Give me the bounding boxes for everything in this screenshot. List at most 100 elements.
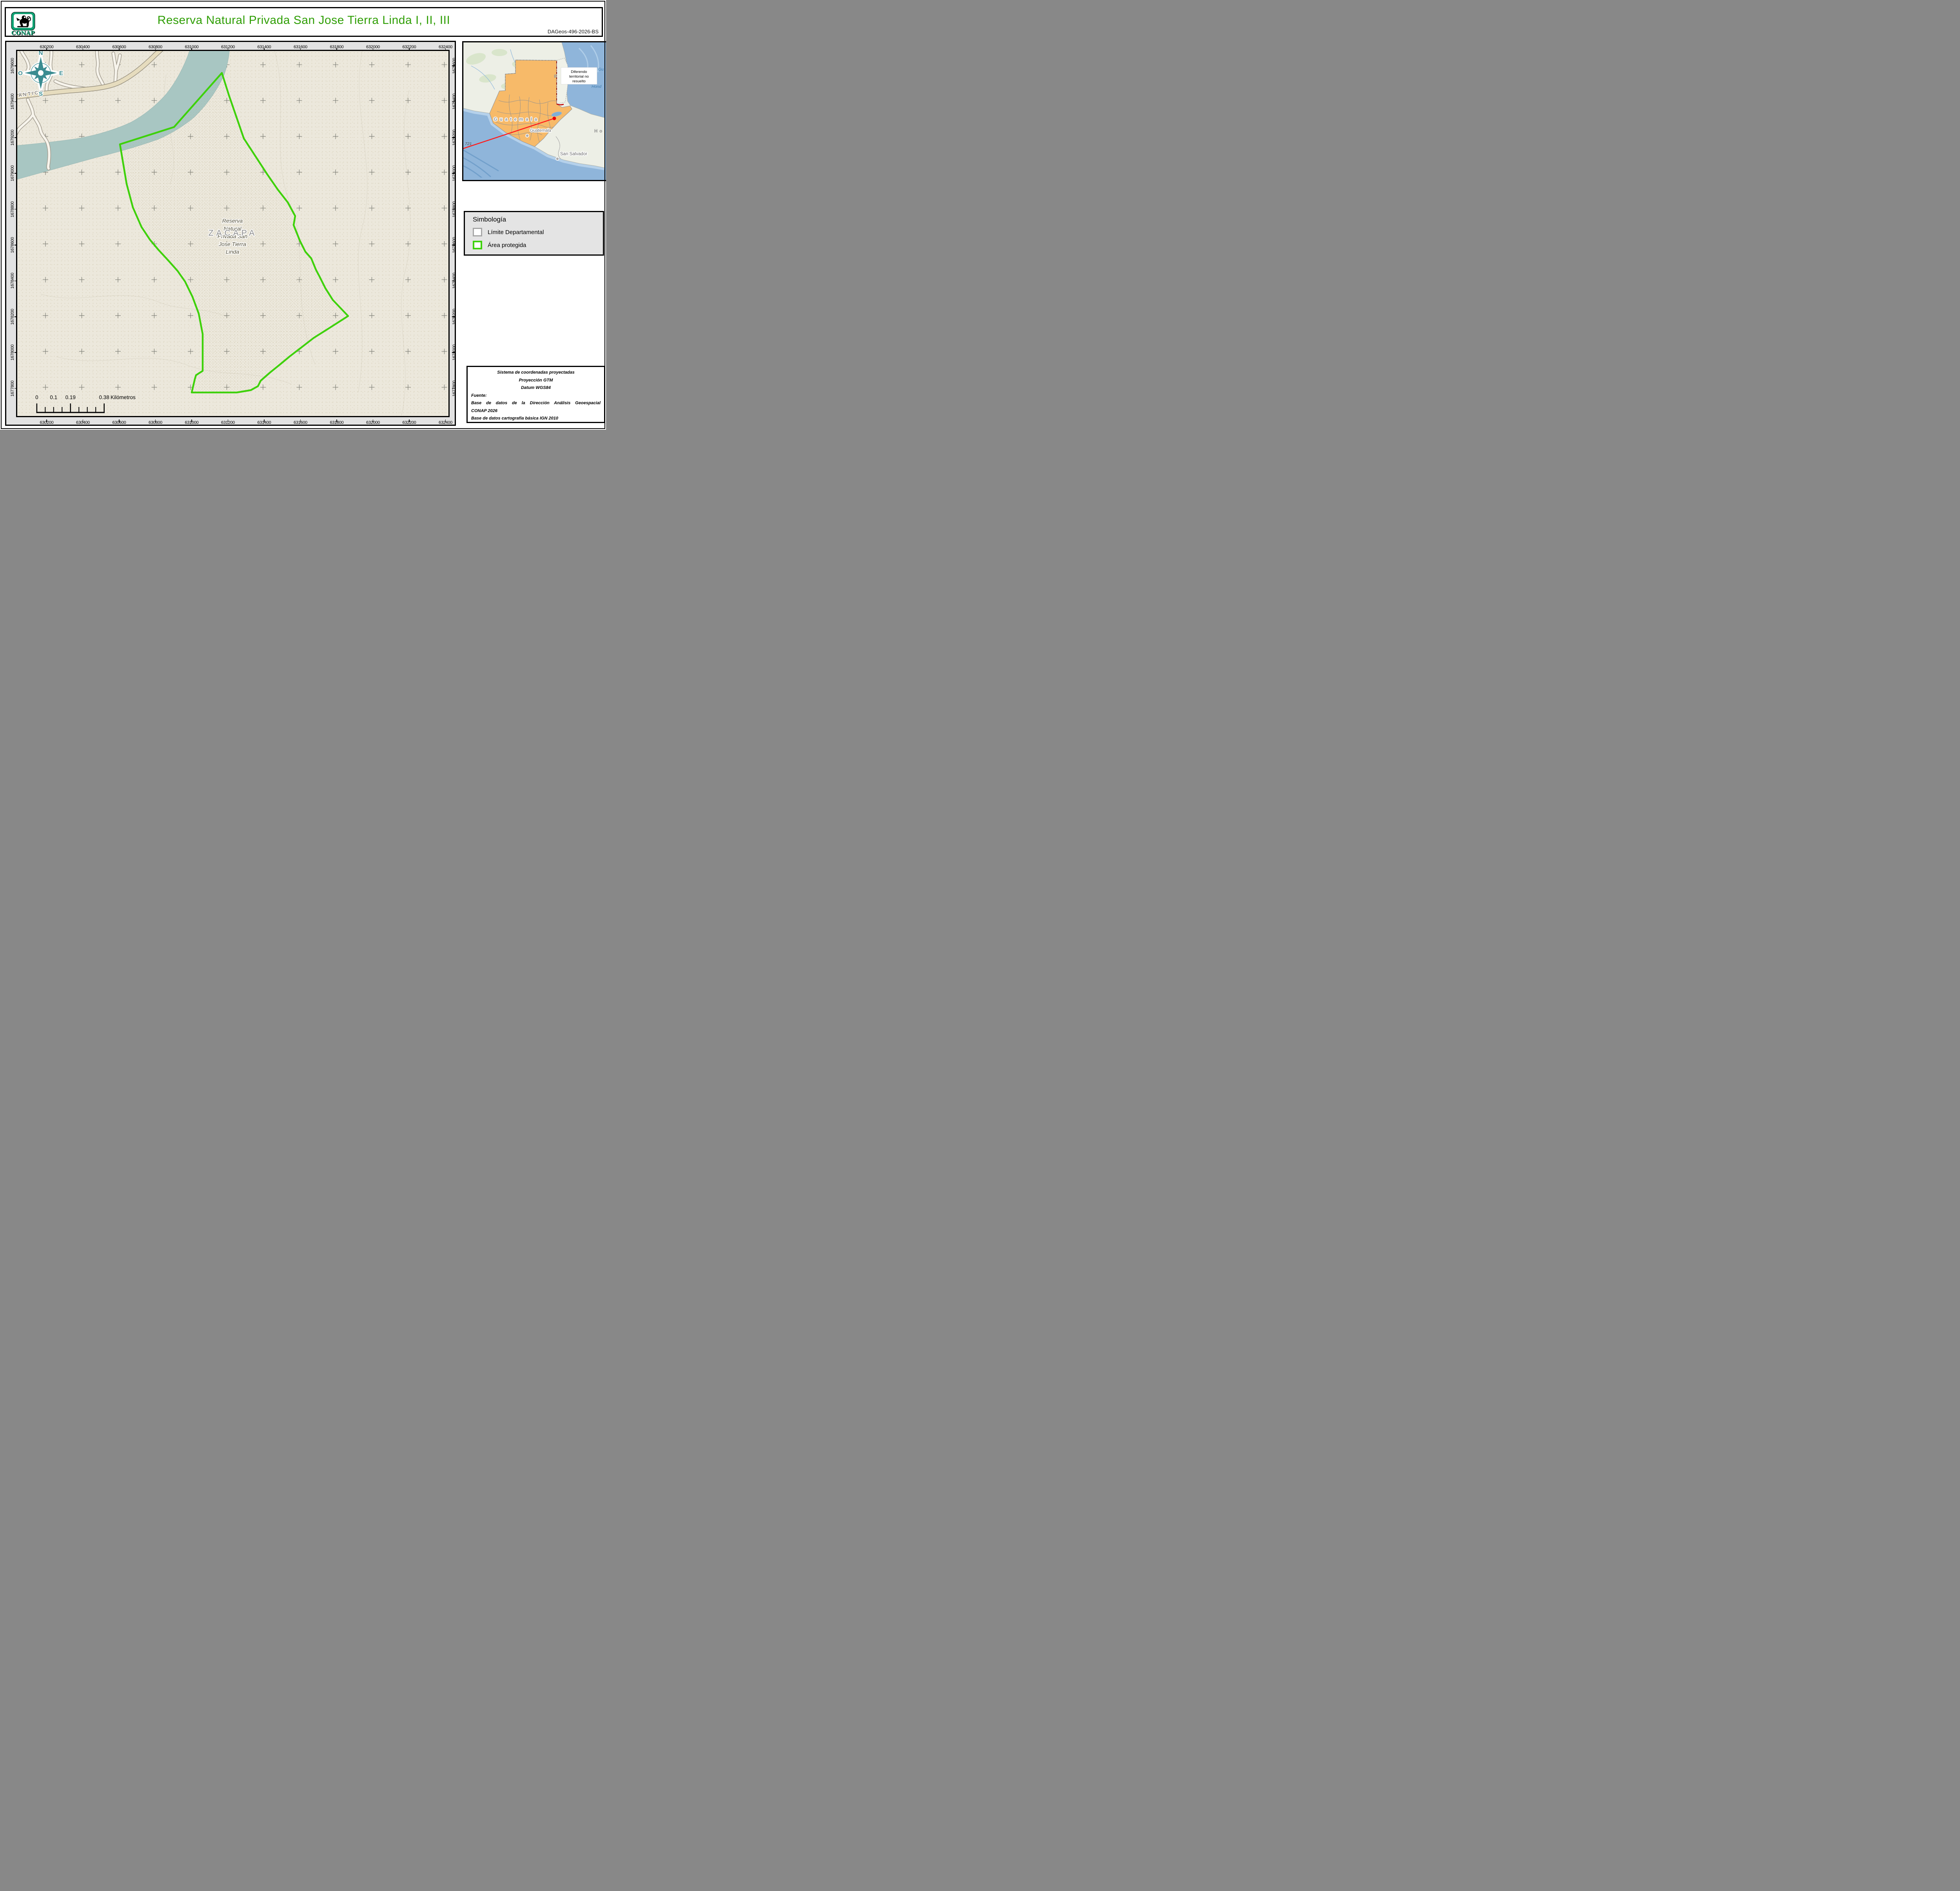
- grid-cross: [369, 349, 375, 354]
- grid-cross: [333, 385, 338, 390]
- legend-swatch: [473, 228, 482, 236]
- legend-item-label: Límite Departamental: [488, 229, 544, 236]
- grid-cross: [333, 134, 338, 139]
- grid-cross: [79, 313, 85, 318]
- axis-tick-bottom: [119, 420, 120, 422]
- grid-cross: [79, 385, 85, 390]
- grid-cross: [369, 313, 375, 318]
- svg-text:Hond: Hond: [592, 84, 602, 89]
- inset-canvas: B Diferendo territorial no resuelto Guat…: [463, 42, 604, 178]
- projection-info-box: Sistema de coordenadas proyectadasProyec…: [466, 366, 605, 423]
- document-id: DAGeos-496-2026-BS: [548, 29, 599, 35]
- grid-cross: [115, 385, 121, 390]
- depth-label: 721: [465, 142, 472, 146]
- grid-cross: [369, 62, 375, 67]
- grid-cross: [369, 134, 375, 139]
- reserve-label-line: Linda: [226, 249, 239, 255]
- grid-cross: [405, 277, 411, 282]
- info-line: Base de datos cartografía básica IGN 201…: [471, 416, 601, 421]
- grid-cross: [442, 98, 447, 103]
- grid-cross: [442, 205, 447, 211]
- capital-city-label: Guatemala: [530, 128, 552, 133]
- grid-cross: [115, 313, 121, 318]
- legend-item: Límite Departamental: [473, 228, 603, 236]
- grid-cross: [152, 277, 157, 282]
- grid-cross: [115, 98, 121, 103]
- svg-text:resuelto: resuelto: [572, 79, 586, 84]
- grid-cross: [260, 98, 266, 103]
- grid-cross: [43, 313, 48, 318]
- legend-item-label: Área protegida: [488, 242, 526, 249]
- info-line: Base de datos de la Dirección Análisis G…: [471, 401, 601, 405]
- grid-cross: [188, 349, 193, 354]
- info-line: CONAP 2026: [471, 409, 601, 413]
- main-map[interactable]: ÁNTICO: [16, 50, 450, 417]
- grid-cross: [405, 98, 411, 103]
- axis-tick-right: [452, 65, 455, 66]
- info-line: Datum WGS84: [471, 385, 601, 390]
- grid-cross: [115, 205, 121, 211]
- grid-cross: [369, 205, 375, 211]
- grid-cross: [297, 169, 302, 175]
- grid-cross: [405, 313, 411, 318]
- legend-title: Simbología: [473, 216, 603, 223]
- grid-cross: [333, 241, 338, 247]
- info-line: Fuente:: [471, 393, 601, 398]
- grid-cross: [405, 241, 411, 247]
- grid-cross: [333, 277, 338, 282]
- grid-cross: [442, 385, 447, 390]
- svg-text:territorial no: territorial no: [569, 74, 589, 79]
- axis-tick-bottom: [300, 420, 301, 422]
- grid-cross: [442, 169, 447, 175]
- grid-cross: [442, 62, 447, 67]
- grid-cross: [152, 349, 157, 354]
- grid-cross: [79, 205, 85, 211]
- inset-locator-map[interactable]: B Diferendo territorial no resuelto Guat…: [462, 41, 606, 181]
- grid-cross: [333, 349, 338, 354]
- grid-cross: [405, 169, 411, 175]
- grid-cross: [43, 205, 48, 211]
- grid-cross: [442, 349, 447, 354]
- axis-tick-bottom: [264, 420, 265, 422]
- san-salvador-dot: [556, 157, 559, 160]
- grid-cross: [442, 313, 447, 318]
- grid-cross: [405, 385, 411, 390]
- axis-tick-bottom: [445, 420, 446, 422]
- axis-tick-bottom: [191, 420, 192, 422]
- department-label: ZACAPA: [209, 229, 257, 238]
- axis-tick-bottom: [155, 420, 156, 422]
- grid-cross: [297, 62, 302, 67]
- grid-cross: [405, 349, 411, 354]
- header: CONAP Reserva Natural Privada San Jose T…: [5, 7, 603, 37]
- axis-tick-bottom: [336, 420, 337, 422]
- svg-text:Gu: Gu: [598, 67, 604, 72]
- axis-tick-bottom: [46, 420, 47, 422]
- grid-cross: [152, 385, 157, 390]
- grid-cross: [297, 205, 302, 211]
- map-document-page: CONAP Reserva Natural Privada San Jose T…: [0, 0, 606, 430]
- compass-s-label: S: [39, 91, 43, 97]
- scale-bar: 0 0.1 0.19 0.38 Kilómetros: [35, 394, 136, 412]
- axis-tick-bottom: [409, 420, 410, 422]
- grid-cross: [79, 62, 85, 67]
- reserve-label-line: Jose Tierra: [218, 241, 246, 247]
- grid-cross: [369, 169, 375, 175]
- grid-cross: [333, 62, 338, 67]
- grid-cross: [79, 277, 85, 282]
- axis-tick-right: [452, 316, 455, 317]
- axis-tick-right: [452, 209, 455, 210]
- axis-tick-bottom: [228, 420, 229, 422]
- grid-cross: [43, 98, 48, 103]
- capital-city-dot: [526, 134, 529, 137]
- grid-cross: [152, 98, 157, 103]
- grid-cross: [369, 98, 375, 103]
- grid-cross: [369, 241, 375, 247]
- grid-cross: [79, 349, 85, 354]
- legend: Simbología Límite Departamental Área prot…: [464, 211, 604, 256]
- axis-tick-bottom: [373, 420, 374, 422]
- grid-cross: [297, 98, 302, 103]
- grid-cross: [297, 134, 302, 139]
- info-line: Proyección GTM: [471, 378, 601, 383]
- grid-cross: [79, 241, 85, 247]
- san-salvador-label: San Salvador: [560, 152, 587, 156]
